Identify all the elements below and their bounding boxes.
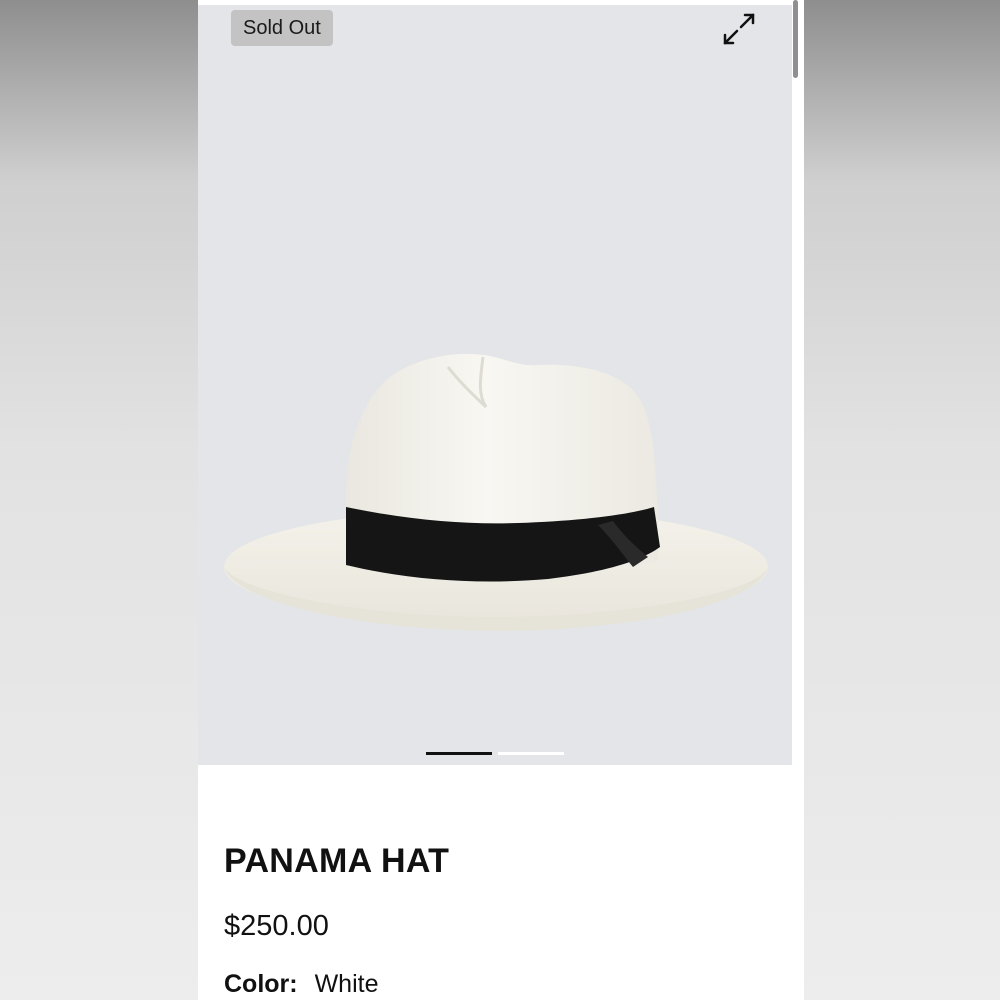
- product-page: Sold Out PANAMA HAT $250.00 Color: White: [198, 0, 804, 1000]
- color-label: Color:: [224, 970, 298, 998]
- color-value: White: [314, 970, 379, 998]
- sold-out-badge: Sold Out: [231, 10, 333, 46]
- gallery-dot-1[interactable]: [426, 752, 492, 755]
- scrollbar[interactable]: [793, 0, 798, 78]
- product-title: PANAMA HAT: [224, 842, 450, 880]
- product-image-gallery[interactable]: Sold Out: [198, 5, 792, 765]
- hat-image: [224, 353, 768, 631]
- gallery-pagination: [426, 752, 566, 756]
- expand-icon[interactable]: [719, 9, 759, 49]
- backdrop-left: [0, 0, 198, 1000]
- product-price: $250.00: [224, 910, 329, 942]
- gallery-dot-2[interactable]: [498, 752, 564, 755]
- color-row: Color: White: [224, 970, 378, 999]
- backdrop-right: [804, 0, 1000, 1000]
